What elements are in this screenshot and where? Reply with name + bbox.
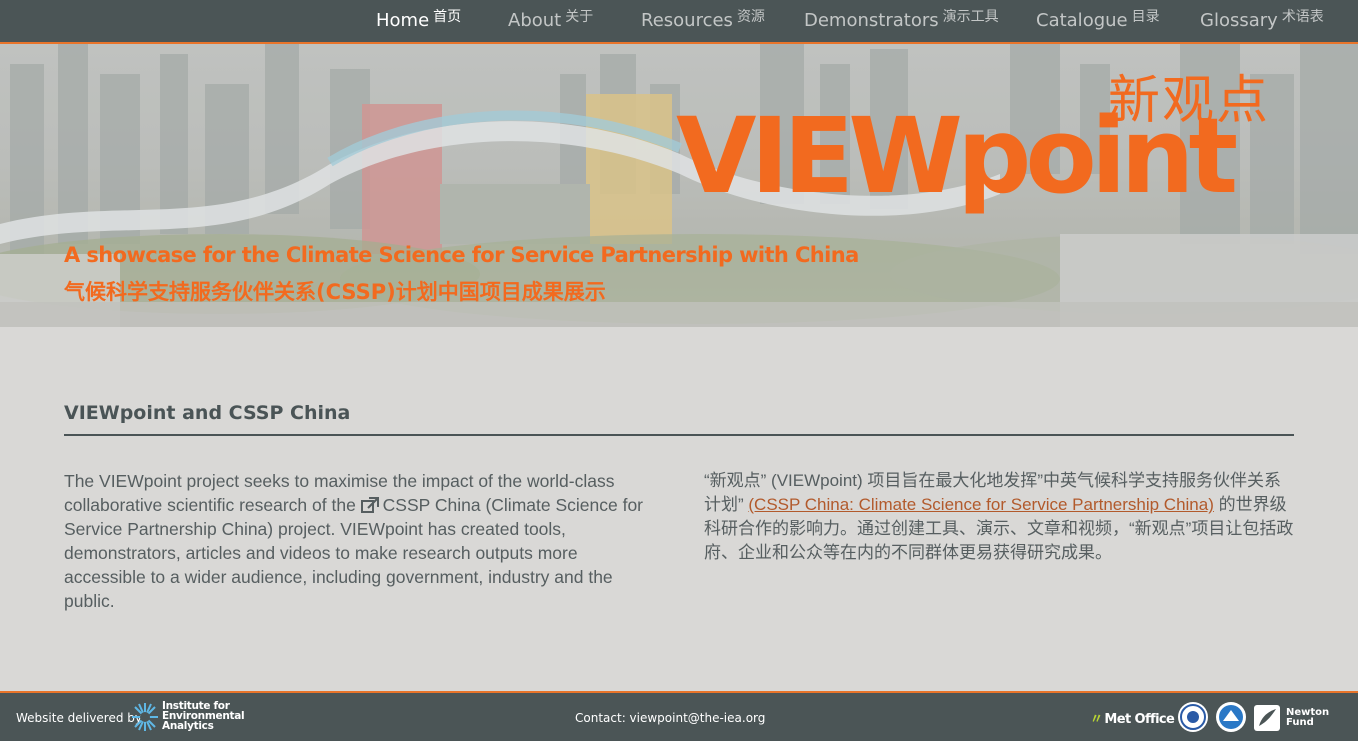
- iea-line: Analytics: [162, 720, 214, 732]
- iea-logo-text[interactable]: Institute for Environmental Analytics: [162, 701, 245, 732]
- section-title: VIEWpoint and CSSP China: [64, 402, 351, 424]
- nav-item-resources[interactable]: Resources 资源: [641, 9, 765, 31]
- newton-line: Fund: [1286, 717, 1314, 728]
- nav-label: Catalogue: [1036, 10, 1128, 31]
- nav-label-zh: 首页: [433, 9, 462, 25]
- nav-label: Resources: [641, 10, 733, 31]
- met-office-label: Met Office: [1104, 712, 1175, 727]
- newton-fund-label[interactable]: Newton Fund: [1286, 708, 1329, 728]
- delivered-by-label: Website delivered by: [16, 711, 143, 725]
- nav-label: Glossary: [1200, 10, 1278, 31]
- nav-label: About: [508, 10, 562, 31]
- cma-seal-icon[interactable]: [1177, 701, 1209, 733]
- nav-item-home[interactable]: Home 首页: [376, 9, 462, 31]
- nav-item-glossary[interactable]: Glossary 术语表: [1200, 9, 1324, 31]
- cssp-china-link[interactable]: (CSSP China: Climate Science for Service…: [748, 495, 1214, 514]
- section-divider: [64, 434, 1294, 436]
- iap-seal-icon[interactable]: [1215, 701, 1247, 733]
- intro-paragraph-en: The VIEWpoint project seeks to maximise …: [64, 469, 654, 613]
- nav-label-zh: 资源: [736, 9, 765, 25]
- met-office-logo[interactable]: 〃 Met Office: [1090, 708, 1175, 727]
- logo-viewpoint: VIEWpoint: [676, 95, 1238, 217]
- intro-paragraph-zh: “新观点” (VIEWpoint) 项目旨在最大化地发挥”中英气候科学支持服务伙…: [704, 469, 1296, 565]
- newton-fund-icon[interactable]: [1254, 705, 1282, 731]
- top-nav: Home 首页 About 关于 Resources 资源 Demonstrators…: [0, 0, 1358, 44]
- met-office-mark-icon: 〃: [1090, 712, 1103, 727]
- hero-tagline-en: A showcase for the Climate Science for S…: [64, 243, 859, 267]
- iea-logo-icon[interactable]: [130, 701, 160, 733]
- nav-item-catalogue[interactable]: Catalogue 目录: [1036, 9, 1160, 31]
- nav-label-zh: 演示工具: [942, 9, 999, 25]
- contact-email[interactable]: Contact: viewpoint@the-iea.org: [575, 711, 765, 725]
- nav-item-about[interactable]: About 关于: [508, 9, 594, 31]
- nav-label: Demonstrators: [804, 10, 939, 31]
- nav-item-demonstrators[interactable]: Demonstrators 演示工具: [804, 9, 999, 31]
- nav-label-zh: 目录: [1131, 9, 1160, 25]
- nav-label-zh: 术语表: [1281, 9, 1324, 25]
- footer: Website delivered by Institute for Envir…: [0, 691, 1358, 741]
- nav-label: Home: [376, 10, 430, 31]
- nav-label-zh: 关于: [565, 9, 594, 25]
- external-link-icon: [360, 497, 379, 513]
- hero-tagline-zh: 气候科学支持服务伙伴关系(CSSP)计划中国项目成果展示: [64, 280, 606, 304]
